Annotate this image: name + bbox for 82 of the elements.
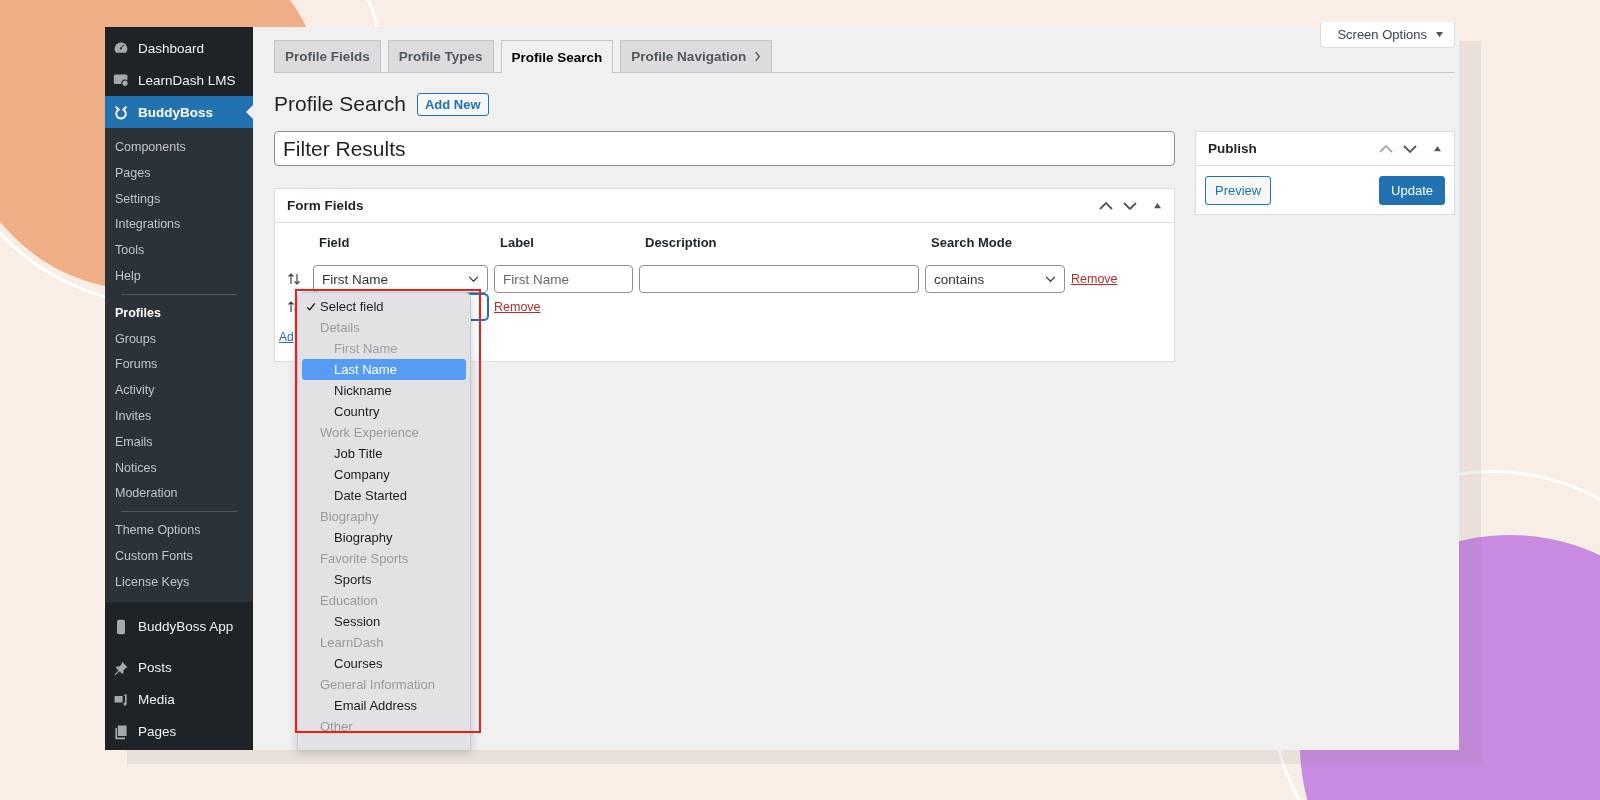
screen-options-button[interactable]: Screen Options: [1320, 22, 1455, 48]
triangle-up-icon[interactable]: [1433, 145, 1442, 152]
remove-link[interactable]: Remove: [1071, 272, 1118, 286]
media-icon: [113, 691, 129, 708]
chevron-right-icon: [754, 51, 762, 62]
pages-icon: [113, 723, 129, 740]
search-mode-select[interactable]: contains: [925, 265, 1065, 293]
dropdown-option[interactable]: Job Title: [302, 443, 466, 464]
dropdown-option[interactable]: Sports: [302, 569, 466, 590]
submenu-item[interactable]: Custom Fonts: [105, 543, 253, 570]
submenu-item[interactable]: Components: [105, 135, 253, 161]
add-new-button[interactable]: Add New: [416, 92, 489, 116]
sidebar-item[interactable]: LearnDash LMS: [105, 64, 253, 96]
dropdown-option[interactable]: Session: [302, 611, 466, 632]
dropdown-option[interactable]: Select field: [302, 296, 466, 317]
dropdown-option[interactable]: Country: [302, 401, 466, 422]
column-header: Label: [499, 235, 535, 252]
submenu-item[interactable]: License Keys: [105, 569, 253, 596]
submenu-item[interactable]: Pages: [105, 160, 253, 187]
sidebar-item[interactable]: Dashboard: [105, 32, 253, 64]
tab[interactable]: Profile Search: [500, 40, 614, 73]
pin-icon: [113, 659, 129, 676]
sidebar-item[interactable]: Media: [105, 683, 253, 716]
dropdown-option[interactable]: Biography: [302, 527, 466, 548]
option-group-label: Other: [319, 718, 354, 736]
submenu-item[interactable]: Groups: [105, 326, 253, 353]
option-group-label: Details: [319, 319, 361, 337]
dropdown-option[interactable]: Date Started: [302, 485, 466, 506]
option-group-label: Work Experience: [319, 424, 420, 442]
sidebar-item[interactable]: Posts: [105, 651, 253, 684]
dropdown-option[interactable]: Email Address: [302, 695, 466, 716]
chevron-down-icon[interactable]: [1123, 200, 1137, 211]
option-group-label: LearnDash: [319, 634, 385, 652]
label-field[interactable]: First Name: [494, 265, 633, 293]
chevron-down-icon: [1045, 275, 1056, 283]
sidebar-item[interactable]: BuddyBoss: [105, 96, 253, 128]
description-field[interactable]: [639, 265, 919, 293]
field-select[interactable]: First Name: [313, 265, 488, 293]
tab[interactable]: Profile Navigation: [620, 40, 773, 72]
submenu-item[interactable]: Emails: [105, 429, 253, 456]
column-header: Search Mode: [930, 235, 1013, 252]
tab[interactable]: Profile Fields: [274, 40, 381, 72]
card-icon: [113, 72, 129, 88]
preview-button[interactable]: Preview: [1205, 176, 1272, 205]
option-group-label: Biography: [319, 508, 380, 526]
option-group-label: General Information: [319, 676, 436, 694]
sort-arrows-icon[interactable]: [287, 272, 301, 286]
dropdown-option[interactable]: Courses: [302, 653, 466, 674]
dropdown-option[interactable]: Nickname: [302, 380, 466, 401]
remove-link[interactable]: Remove: [494, 300, 541, 314]
submenu-item[interactable]: Help: [105, 264, 253, 290]
column-header: Description: [644, 235, 718, 252]
submenu-item[interactable]: Integrations: [105, 212, 253, 239]
chevron-up-icon[interactable]: [1099, 200, 1113, 211]
panel-title: Publish: [1208, 141, 1257, 156]
submenu-item[interactable]: Invites: [105, 403, 253, 430]
tab[interactable]: Profile Types: [387, 40, 494, 72]
sidebar-item[interactable]: Pages: [105, 715, 253, 748]
submenu-item[interactable]: Profiles: [105, 300, 253, 327]
submenu-item[interactable]: Theme Options: [105, 518, 253, 544]
panel-title: Form Fields: [287, 198, 364, 213]
gauge-icon: [113, 40, 129, 56]
dropdown-option[interactable]: Company: [302, 464, 466, 485]
chevron-down-icon[interactable]: [1403, 143, 1417, 154]
option-group-label: Favorite Sports: [319, 550, 410, 568]
column-header: Field: [318, 235, 351, 252]
submenu-item[interactable]: Activity: [105, 378, 253, 404]
submenu-item[interactable]: Settings: [105, 186, 253, 213]
logo-icon: [113, 104, 129, 120]
submenu-item[interactable]: Forums: [105, 352, 253, 379]
chevron-down-icon: [468, 275, 479, 283]
title-field[interactable]: Filter Results: [274, 131, 1175, 166]
triangle-up-icon[interactable]: [1153, 202, 1162, 209]
sidebar-item[interactable]: BuddyBoss App: [105, 610, 253, 643]
triangle-down-icon: [1435, 31, 1444, 38]
update-button[interactable]: Update: [1379, 176, 1445, 205]
submenu-item[interactable]: Tools: [105, 238, 253, 264]
add-field-link[interactable]: Ad: [279, 330, 294, 344]
option-group-label: Education: [319, 592, 379, 610]
page-title: Profile Search: [274, 92, 406, 116]
submenu-item[interactable]: Notices: [105, 455, 253, 482]
submenu-item[interactable]: Moderation: [105, 481, 253, 508]
